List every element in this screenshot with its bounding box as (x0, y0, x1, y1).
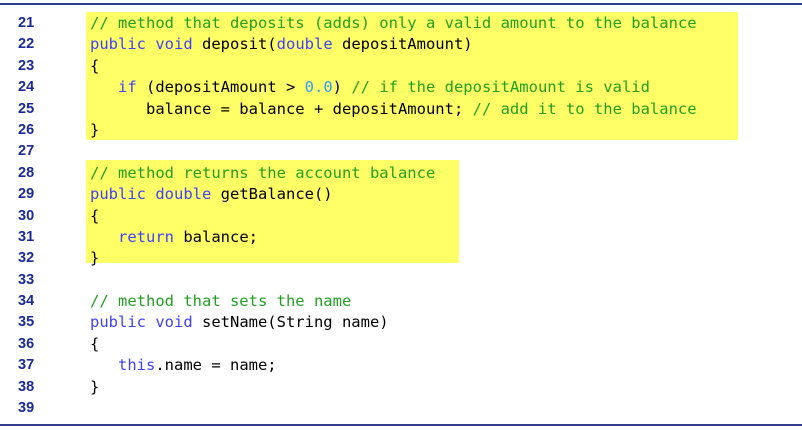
code-token: ) (332, 78, 352, 97)
code-token: depositAmount) (332, 35, 473, 54)
line-number: 24 (18, 79, 35, 96)
line-number: 34 (18, 293, 35, 310)
line-number: 22 (18, 36, 35, 53)
comment-token: // if the depositAmount is valid (351, 78, 650, 97)
code-line: 28 // method returns the account balance (0, 163, 802, 184)
code-token: { (90, 206, 100, 225)
line-number: 27 (18, 143, 35, 160)
code-token: } (90, 120, 100, 139)
code-line: 33 (0, 270, 802, 291)
code-line: 36 { (0, 334, 802, 355)
code-text: } (90, 248, 99, 269)
code-token: { (90, 56, 100, 75)
keyword-token: return (118, 227, 174, 246)
code-token: balance = balance + depositAmount; (90, 99, 473, 118)
top-rule (0, 3, 802, 5)
code-line: 23 { (0, 56, 802, 77)
code-token: getBalance() (211, 185, 333, 204)
code-line: 25 balance = balance + depositAmount; //… (0, 99, 802, 120)
comment-token: // method returns the account balance (90, 163, 436, 182)
line-number: 29 (18, 186, 35, 203)
code-text: } (90, 377, 99, 398)
line-number: 21 (18, 15, 35, 31)
code-token: } (90, 249, 100, 268)
keyword-token: if (118, 78, 137, 97)
keyword-token: this (118, 356, 156, 375)
code-line: 39 (0, 398, 802, 419)
code-line: 24 if (depositAmount > 0.0) // if the de… (0, 77, 802, 98)
line-number: 26 (18, 121, 35, 138)
code-text: if (depositAmount > 0.0) // if the depos… (90, 77, 650, 98)
line-number: 28 (18, 164, 35, 181)
code-line: 31 return balance; (0, 227, 802, 248)
line-number: 35 (18, 314, 35, 331)
code-token: setName(String name) (192, 313, 389, 332)
line-number: 38 (18, 378, 35, 395)
bottom-rule (0, 424, 802, 426)
code-listing: 21 // method that deposits (adds) only a … (0, 13, 802, 419)
code-token: { (90, 334, 100, 353)
code-line: 26} (0, 120, 802, 141)
comment-token: // add it to the balance (472, 99, 697, 118)
code-text: } (90, 120, 99, 141)
comment-token: // method that deposits (adds) only a va… (90, 14, 697, 32)
code-line: 34 // method that sets the name (0, 291, 802, 312)
code-token: } (90, 377, 100, 396)
keyword-token: public void (90, 35, 193, 54)
keyword-token: public double (90, 185, 212, 204)
line-number: 33 (18, 271, 35, 288)
line-number: 23 (18, 57, 35, 74)
code-token: balance; (174, 227, 258, 246)
number-token: 0.0 (304, 78, 333, 97)
code-line: 21 // method that deposits (adds) only a … (0, 13, 802, 34)
code-line: 35 public void setName(String name) (0, 312, 802, 333)
code-text: // method that deposits (adds) only a va… (90, 13, 697, 34)
line-number: 32 (18, 250, 35, 267)
line-number: 31 (18, 228, 35, 245)
code-token: deposit( (192, 35, 277, 54)
code-line: 38} (0, 377, 802, 398)
keyword-token: public void (90, 313, 193, 332)
code-token: .name = name; (155, 356, 277, 375)
code-text: { (90, 56, 99, 77)
code-token: (depositAmount > (136, 78, 305, 97)
line-number: 37 (18, 357, 35, 374)
line-number: 25 (18, 100, 35, 117)
code-line: 29 public double getBalance() (0, 184, 802, 205)
code-line: 27 (0, 141, 802, 162)
comment-token: // method that sets the name (90, 292, 352, 311)
code-text: return balance; (90, 227, 258, 248)
line-number: 30 (18, 207, 35, 224)
code-text: // method that sets the name (90, 291, 351, 312)
keyword-token: double (276, 35, 333, 54)
code-text: this.name = name; (90, 355, 277, 376)
code-text: public double getBalance() (90, 184, 333, 205)
code-text: public void setName(String name) (90, 312, 389, 333)
code-text: { (90, 206, 99, 227)
code-text: { (90, 334, 99, 355)
code-line: 30 { (0, 206, 802, 227)
code-line: 22 public void deposit(double depositAmou… (0, 34, 802, 55)
code-text: balance = balance + depositAmount; // ad… (90, 99, 697, 120)
code-line: 37 this.name = name; (0, 355, 802, 376)
line-number: 36 (18, 335, 35, 352)
code-text: // method returns the account balance (90, 163, 435, 184)
line-number: 39 (18, 400, 35, 417)
code-text: public void deposit(double depositAmount… (90, 34, 473, 55)
code-line: 32} (0, 248, 802, 269)
